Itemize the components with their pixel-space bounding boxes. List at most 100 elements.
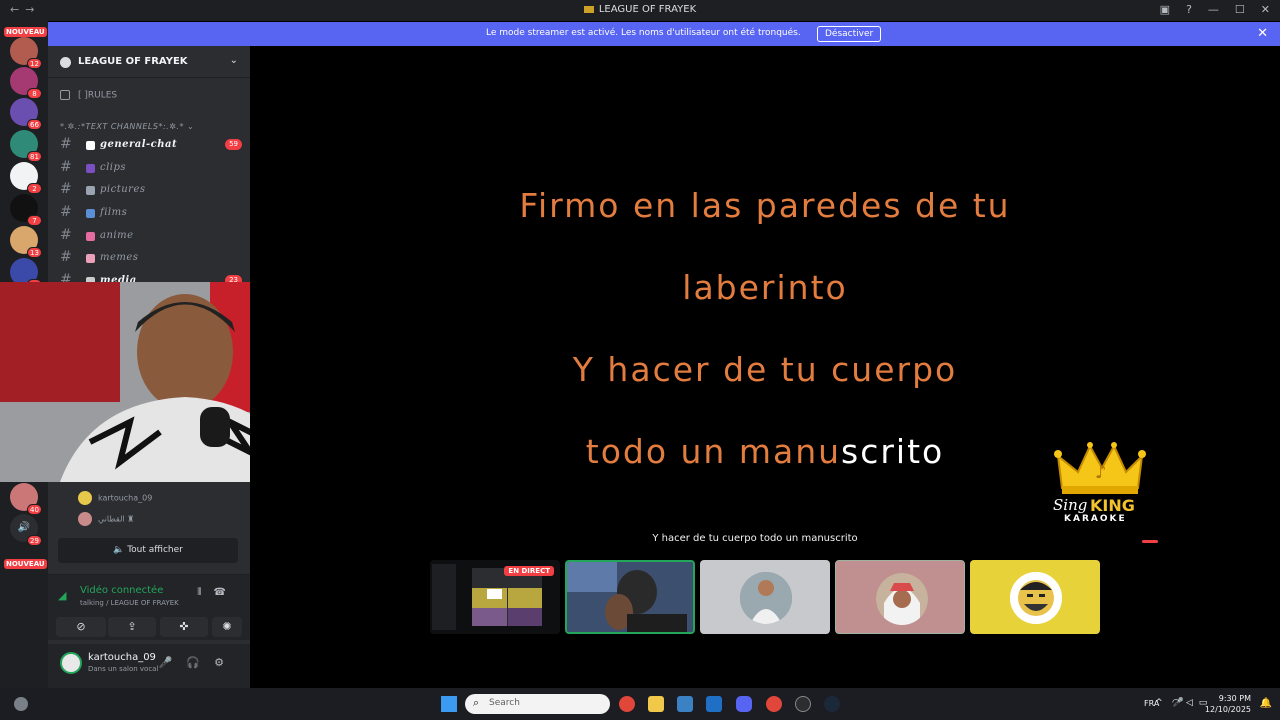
user-panel: kartoucha_09 Dans un salon vocal 🎤🎧⚙ <box>48 644 250 688</box>
discord-icon[interactable] <box>736 696 752 712</box>
mention-badge: 81 <box>27 151 42 162</box>
avatar <box>78 491 92 505</box>
soundboard-button[interactable]: ✺ <box>212 617 242 637</box>
speaker-server-icon[interactable]: 🔊 29 <box>10 514 42 546</box>
show-all-button[interactable]: 🔈 Tout afficher <box>58 538 238 563</box>
notifications-icon[interactable]: 🔔 <box>1260 698 1272 709</box>
voice-status[interactable]: Vidéo connectée <box>80 585 163 596</box>
channel-emoji-icon <box>86 254 95 263</box>
participant-tile-avatar[interactable] <box>700 560 830 634</box>
rules-label: [ ]RULES <box>78 90 118 101</box>
category-header[interactable]: *.✲.:*TEXT CHANNELS*:.✲.* ⌄ <box>60 122 194 131</box>
hash-icon: # <box>60 136 72 152</box>
channel-pictures[interactable]: # pictures <box>58 180 242 200</box>
server-icon[interactable]: 66 <box>10 98 42 130</box>
chrome-icon[interactable] <box>619 696 635 712</box>
user-name[interactable]: kartoucha_09 <box>88 652 156 663</box>
channel-label: films <box>100 207 128 218</box>
channel-label: memes <box>100 252 139 263</box>
voice-location[interactable]: talking / LEAGUE OF FRAYEK <box>80 599 179 607</box>
logo-sing: Sing <box>1053 496 1088 514</box>
stream-caption: Y hacer de tu cuerpo todo un manuscrito <box>652 533 858 544</box>
lyric-line: Firmo en las paredes de tu <box>519 186 1011 225</box>
start-icon[interactable] <box>441 696 457 712</box>
channel-anime[interactable]: # anime <box>58 226 242 246</box>
user-controls[interactable]: 🎤🎧⚙ <box>159 656 238 669</box>
server-header[interactable]: LEAGUE OF FRAYEK ⌄ <box>48 46 250 78</box>
user-avatar[interactable] <box>60 652 82 674</box>
clock-date: 12/10/2025 <box>1204 705 1251 714</box>
participant-avatar <box>876 573 928 625</box>
channel-emoji-icon <box>86 164 95 173</box>
lyric-highlight-part: scrito <box>841 432 945 471</box>
hash-icon: # <box>60 227 72 243</box>
taskbar: ⌕ Search ^🎤 FRA ◠◁▭ 9:30 PM 12/10/2025 🔔 <box>0 688 1280 720</box>
camera-off-button[interactable]: ⊘ <box>56 617 106 637</box>
screen-share-button[interactable]: ⇪ <box>108 617 156 637</box>
channel-emoji-icon <box>86 209 95 218</box>
server-name: LEAGUE OF FRAYEK <box>78 56 188 67</box>
chrome-alt-icon[interactable] <box>766 696 782 712</box>
channel-label: pictures <box>100 184 146 195</box>
folder-icon[interactable] <box>648 696 664 712</box>
server-icon[interactable]: 2 <box>10 162 42 194</box>
minimize-icon[interactable]: — <box>1208 3 1219 16</box>
app-icon[interactable] <box>795 696 811 712</box>
server-icon[interactable]: 40 <box>10 483 42 515</box>
server-badge-icon <box>60 57 71 68</box>
server-icon[interactable]: 81 <box>10 130 42 162</box>
voice-connection-panel: ◢ Vidéo connectée talking / LEAGUE OF FR… <box>48 574 250 640</box>
close-window-icon[interactable]: ✕ <box>1261 3 1270 16</box>
mention-badge: 29 <box>27 535 42 546</box>
voice-user-name: kartoucha_09 <box>98 493 153 503</box>
channel-general-chat[interactable]: # general-chat 59 <box>58 135 242 155</box>
channel-memes[interactable]: # memes <box>58 248 242 268</box>
disconnect-controls[interactable]: ⦀☎ <box>197 587 238 598</box>
steam-icon[interactable] <box>824 696 840 712</box>
close-banner-icon[interactable]: ✕ <box>1257 26 1268 41</box>
search-placeholder: Search <box>489 698 520 708</box>
channel-emoji-icon <box>86 141 95 150</box>
logo-king: KING <box>1090 496 1135 515</box>
voice-user[interactable]: القطاني ♜ <box>78 512 134 526</box>
taskbar-search[interactable]: ⌕ Search <box>465 694 610 714</box>
rules-channel[interactable]: [ ]RULES <box>60 90 117 101</box>
window-title-text: LEAGUE OF FRAYEK <box>598 4 697 15</box>
channel-clips[interactable]: # clips <box>58 158 242 178</box>
server-icon[interactable]: 7 <box>10 194 42 226</box>
store-icon[interactable] <box>677 696 693 712</box>
widgets-icon[interactable] <box>14 697 28 711</box>
clock[interactable]: 9:30 PM 12/10/2025 <box>1205 693 1251 715</box>
mention-badge: 13 <box>27 247 42 258</box>
webcam-thumbnail <box>567 562 693 632</box>
server-logo-icon <box>583 5 594 13</box>
crown-icon: ♪ <box>1054 442 1146 494</box>
signal-icon: ◢ <box>58 589 67 602</box>
participant-tile-avatar[interactable] <box>835 560 965 634</box>
window-titlebar: ←→ LEAGUE OF FRAYEK ▣ ? — ☐ ✕ <box>0 0 1280 21</box>
avatar <box>78 512 92 526</box>
mention-badge: 7 <box>27 215 42 226</box>
hash-icon: # <box>60 204 72 220</box>
new-badge: NOUVEAU <box>4 559 47 569</box>
activity-button[interactable]: ✜ <box>160 617 208 637</box>
unread-badge: 59 <box>225 139 242 150</box>
channel-films[interactable]: # films <box>58 203 242 223</box>
disable-streamer-button[interactable]: Désactiver <box>817 26 882 42</box>
voice-user[interactable]: kartoucha_09 <box>78 491 152 505</box>
participant-tile-stream[interactable]: EN DIRECT <box>430 560 560 634</box>
svg-text:♪: ♪ <box>1095 462 1107 483</box>
inbox-icon[interactable]: ▣ <box>1160 3 1170 16</box>
participant-tile-avatar[interactable] <box>970 560 1100 634</box>
help-icon[interactable]: ? <box>1186 3 1192 16</box>
server-icon[interactable]: 13 <box>10 226 42 258</box>
channel-label: anime <box>100 230 134 241</box>
language-indicator[interactable]: FRA <box>1144 699 1159 708</box>
server-icon[interactable]: 12 <box>10 37 42 69</box>
outlook-icon[interactable] <box>706 696 722 712</box>
lyric-line: laberinto <box>682 268 848 307</box>
server-icon[interactable]: 8 <box>10 67 42 99</box>
maximize-icon[interactable]: ☐ <box>1235 3 1245 16</box>
chevron-down-icon[interactable]: ⌄ <box>230 55 238 66</box>
participant-tile-webcam[interactable] <box>565 560 695 634</box>
